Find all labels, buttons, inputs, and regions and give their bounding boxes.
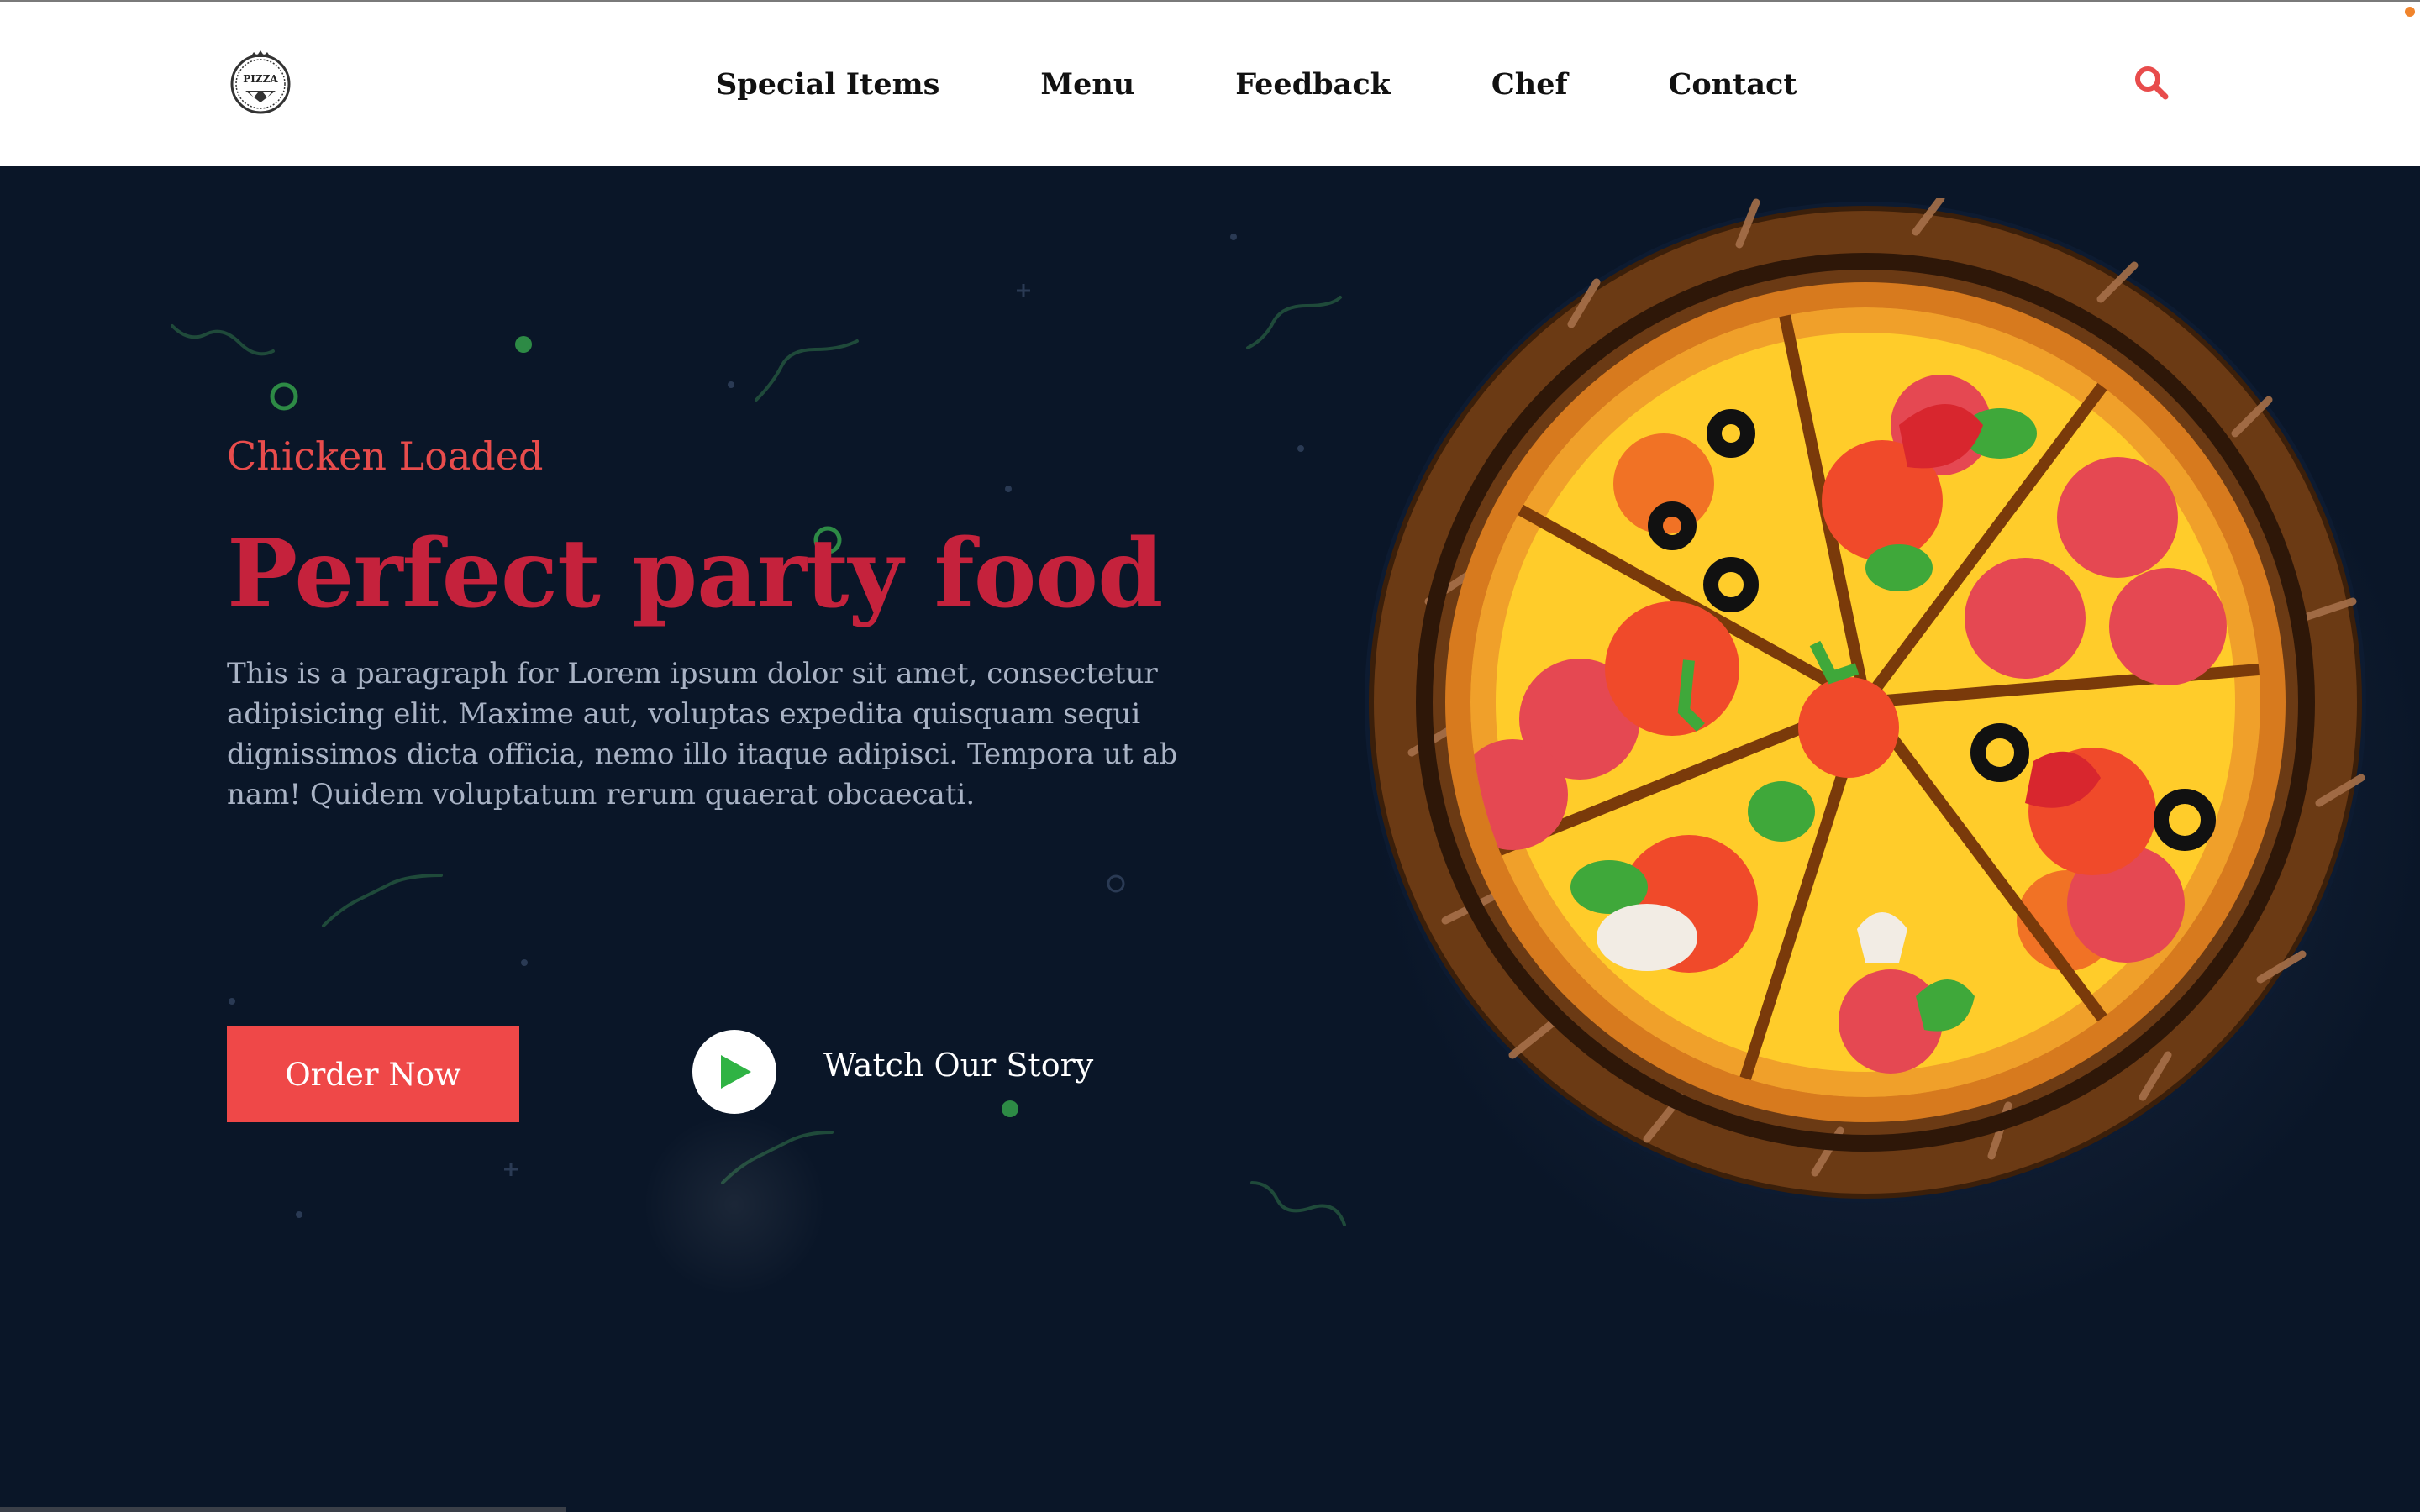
nav-menu[interactable]: Menu [1040,62,1134,108]
hero-title: Perfect party food [227,519,1163,629]
nav-feedback[interactable]: Feedback [1235,62,1391,108]
hero-subtitle: Chicken Loaded [227,433,544,479]
window-status-dot [2405,7,2415,17]
main-nav: Special Items Menu Feedback Chef Contact [716,62,1797,108]
watch-our-story-link[interactable]: Watch Our Story [823,1047,1093,1084]
pizza-logo[interactable]: PIZZA [227,49,294,116]
order-now-button[interactable]: Order Now [227,1026,519,1122]
play-icon [721,1055,751,1089]
pizza-image [1365,198,2366,1203]
hero-section: Chicken Loaded Perfect party food This i… [0,166,2420,1512]
horizontal-scrollbar[interactable] [0,1507,566,1512]
nav-contact[interactable]: Contact [1669,62,1797,108]
hero-paragraph: This is a paragraph for Lorem ipsum dolo… [227,657,1178,811]
play-button[interactable] [692,1030,776,1114]
logo-text: PIZZA [243,73,278,85]
search-icon[interactable] [2133,64,2170,101]
site-header: PIZZA Special Items Menu Feedback Chef C… [0,2,2420,166]
play-glow [642,1112,827,1297]
nav-chef[interactable]: Chef [1491,62,1568,108]
nav-special-items[interactable]: Special Items [716,62,939,108]
